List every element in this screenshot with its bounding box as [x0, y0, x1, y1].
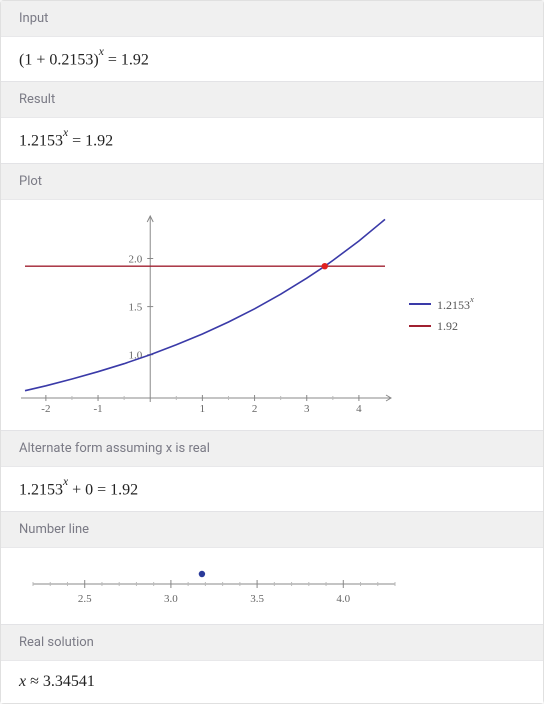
svg-text:3.0: 3.0 [164, 593, 178, 605]
svg-text:3: 3 [304, 403, 310, 415]
svg-text:2: 2 [252, 403, 258, 415]
svg-text:3.5: 3.5 [250, 593, 264, 605]
input-expression: (1 + 0.2153)x = 1.92 [1, 37, 543, 81]
svg-text:4.0: 4.0 [336, 593, 350, 605]
realsolution-expression: x ≈ 3.34541 [1, 661, 543, 703]
svg-text:2.5: 2.5 [78, 593, 92, 605]
svg-text:-1: -1 [93, 403, 102, 415]
results-container: Input (1 + 0.2153)x = 1.92 Result 1.2153… [0, 0, 544, 704]
legend-item: 1.2153x [409, 296, 474, 313]
legend-swatch [409, 303, 431, 305]
input-header: Input [1, 1, 543, 37]
plot-body: -2-112341.01.52.0 1.2153x1.92 [1, 200, 543, 430]
legend-label: 1.92 [437, 319, 458, 334]
numberline-body: 2.5 3.0 3.5 4.0 [1, 548, 543, 624]
svg-text:1: 1 [200, 403, 206, 415]
svg-text:1.5: 1.5 [128, 301, 142, 313]
altform-expression: 1.2153x + 0 = 1.92 [1, 467, 543, 511]
result-header: Result [1, 81, 543, 118]
plot-canvas: -2-112341.01.52.0 [7, 210, 397, 420]
svg-text:4: 4 [356, 403, 362, 415]
svg-text:2.0: 2.0 [128, 253, 142, 265]
legend-label: 1.2153x [437, 296, 474, 313]
legend-item: 1.92 [409, 319, 474, 334]
plot-legend: 1.2153x 1.92 [409, 290, 474, 340]
plot-header: Plot [1, 163, 543, 200]
altform-header: Alternate form assuming x is real [1, 430, 543, 467]
numberline-header: Number line [1, 511, 543, 548]
legend-swatch [409, 325, 431, 327]
result-expression: 1.2153x = 1.92 [1, 118, 543, 162]
svg-text:-2: -2 [41, 403, 50, 415]
numberline-canvas: 2.5 3.0 3.5 4.0 [19, 562, 409, 610]
